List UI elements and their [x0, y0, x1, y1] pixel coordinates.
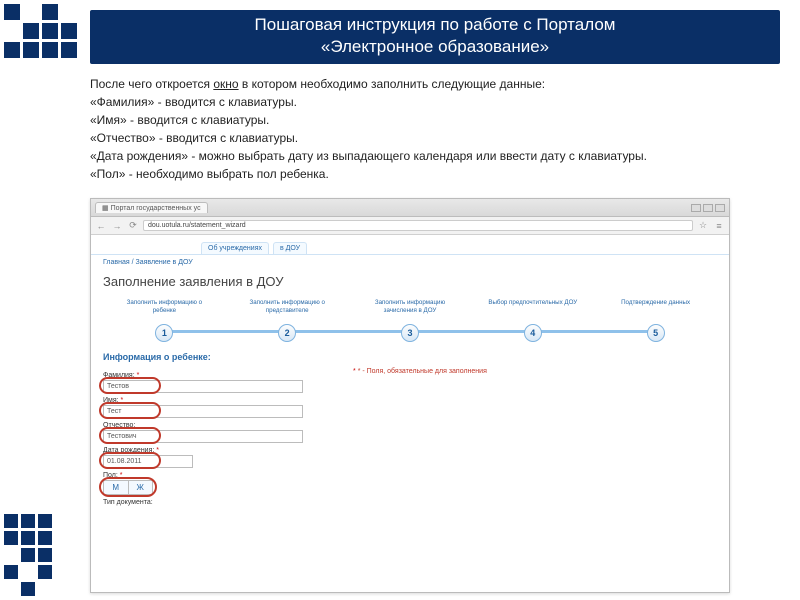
required-hint: * * - Поля, обязательные для заполнения — [353, 368, 487, 375]
browser-tab[interactable]: ▦ Портал государственных ус — [95, 202, 208, 213]
firstname-label: Имя: * — [103, 397, 333, 404]
page-favicon-icon: ▦ — [102, 205, 111, 212]
slide-title-line1: Пошаговая инструкция по работе с Портало… — [102, 14, 768, 36]
url-field[interactable]: dou.uotula.ru/statement_wizard — [143, 220, 693, 231]
lastname-label: Фамилия: * — [103, 372, 333, 379]
gender-label: Пол: * — [103, 472, 333, 479]
embedded-browser-screenshot: ▦ Портал государственных ус ← → ⟳ dou.uo… — [90, 198, 730, 593]
site-tab-0[interactable]: Об учреждениях — [201, 242, 269, 254]
maximize-icon[interactable] — [703, 204, 713, 212]
lastname-input[interactable]: Тестов — [103, 380, 303, 393]
dob-label: Дата рождения: * — [103, 447, 333, 454]
browser-tabbar: ▦ Портал государственных ус — [91, 199, 729, 217]
site-tab-1[interactable]: в ДОУ — [273, 242, 307, 254]
step-4[interactable]: Выбор предпочтительных ДОУ 4 — [471, 299, 594, 342]
firstname-input[interactable]: Тест — [103, 405, 303, 418]
dob-input[interactable]: 01.08.2011 — [103, 455, 193, 468]
gender-toggle[interactable]: М Ж — [103, 480, 153, 495]
star-icon[interactable]: ☆ — [697, 220, 709, 232]
page-title: Заполнение заявления в ДОУ — [103, 274, 717, 289]
menu-icon[interactable]: ≡ — [713, 220, 725, 232]
minimize-icon[interactable] — [691, 204, 701, 212]
slide-title-banner: Пошаговая инструкция по работе с Портало… — [90, 10, 780, 64]
window-controls — [691, 204, 725, 212]
middlename-input[interactable]: Тестович — [103, 430, 303, 443]
step-1[interactable]: Заполнить информацию о ребенке 1 — [103, 299, 226, 342]
breadcrumb[interactable]: Главная / Заявление в ДОУ — [91, 255, 729, 270]
close-icon[interactable] — [715, 204, 725, 212]
step-3[interactable]: Заполнить информацию зачисления в ДОУ 3 — [349, 299, 472, 342]
back-icon[interactable]: ← — [95, 220, 107, 232]
wizard-steps: Заполнить информацию о ребенке 1 Заполни… — [103, 299, 717, 342]
decor-grid-bottom — [4, 514, 52, 596]
browser-address-bar: ← → ⟳ dou.uotula.ru/statement_wizard ☆ ≡ — [91, 217, 729, 235]
step-5[interactable]: Подтверждение данных 5 — [594, 299, 717, 342]
doctype-label: Тип документа: — [103, 499, 333, 506]
section-title: Информация о ребенке: — [103, 352, 717, 362]
instruction-text: После чего откроется окно в котором необ… — [90, 75, 770, 183]
decor-grid-top — [4, 4, 77, 58]
reload-icon[interactable]: ⟳ — [127, 220, 139, 232]
gender-m-button[interactable]: М — [104, 481, 129, 494]
step-2[interactable]: Заполнить информацию о представителе 2 — [226, 299, 349, 342]
slide-title-line2: «Электронное образование» — [102, 36, 768, 58]
site-tabs: Об учреждениях в ДОУ — [91, 235, 729, 255]
gender-f-button[interactable]: Ж — [129, 481, 153, 494]
forward-icon[interactable]: → — [111, 220, 123, 232]
middlename-label: Отчество: — [103, 422, 333, 429]
